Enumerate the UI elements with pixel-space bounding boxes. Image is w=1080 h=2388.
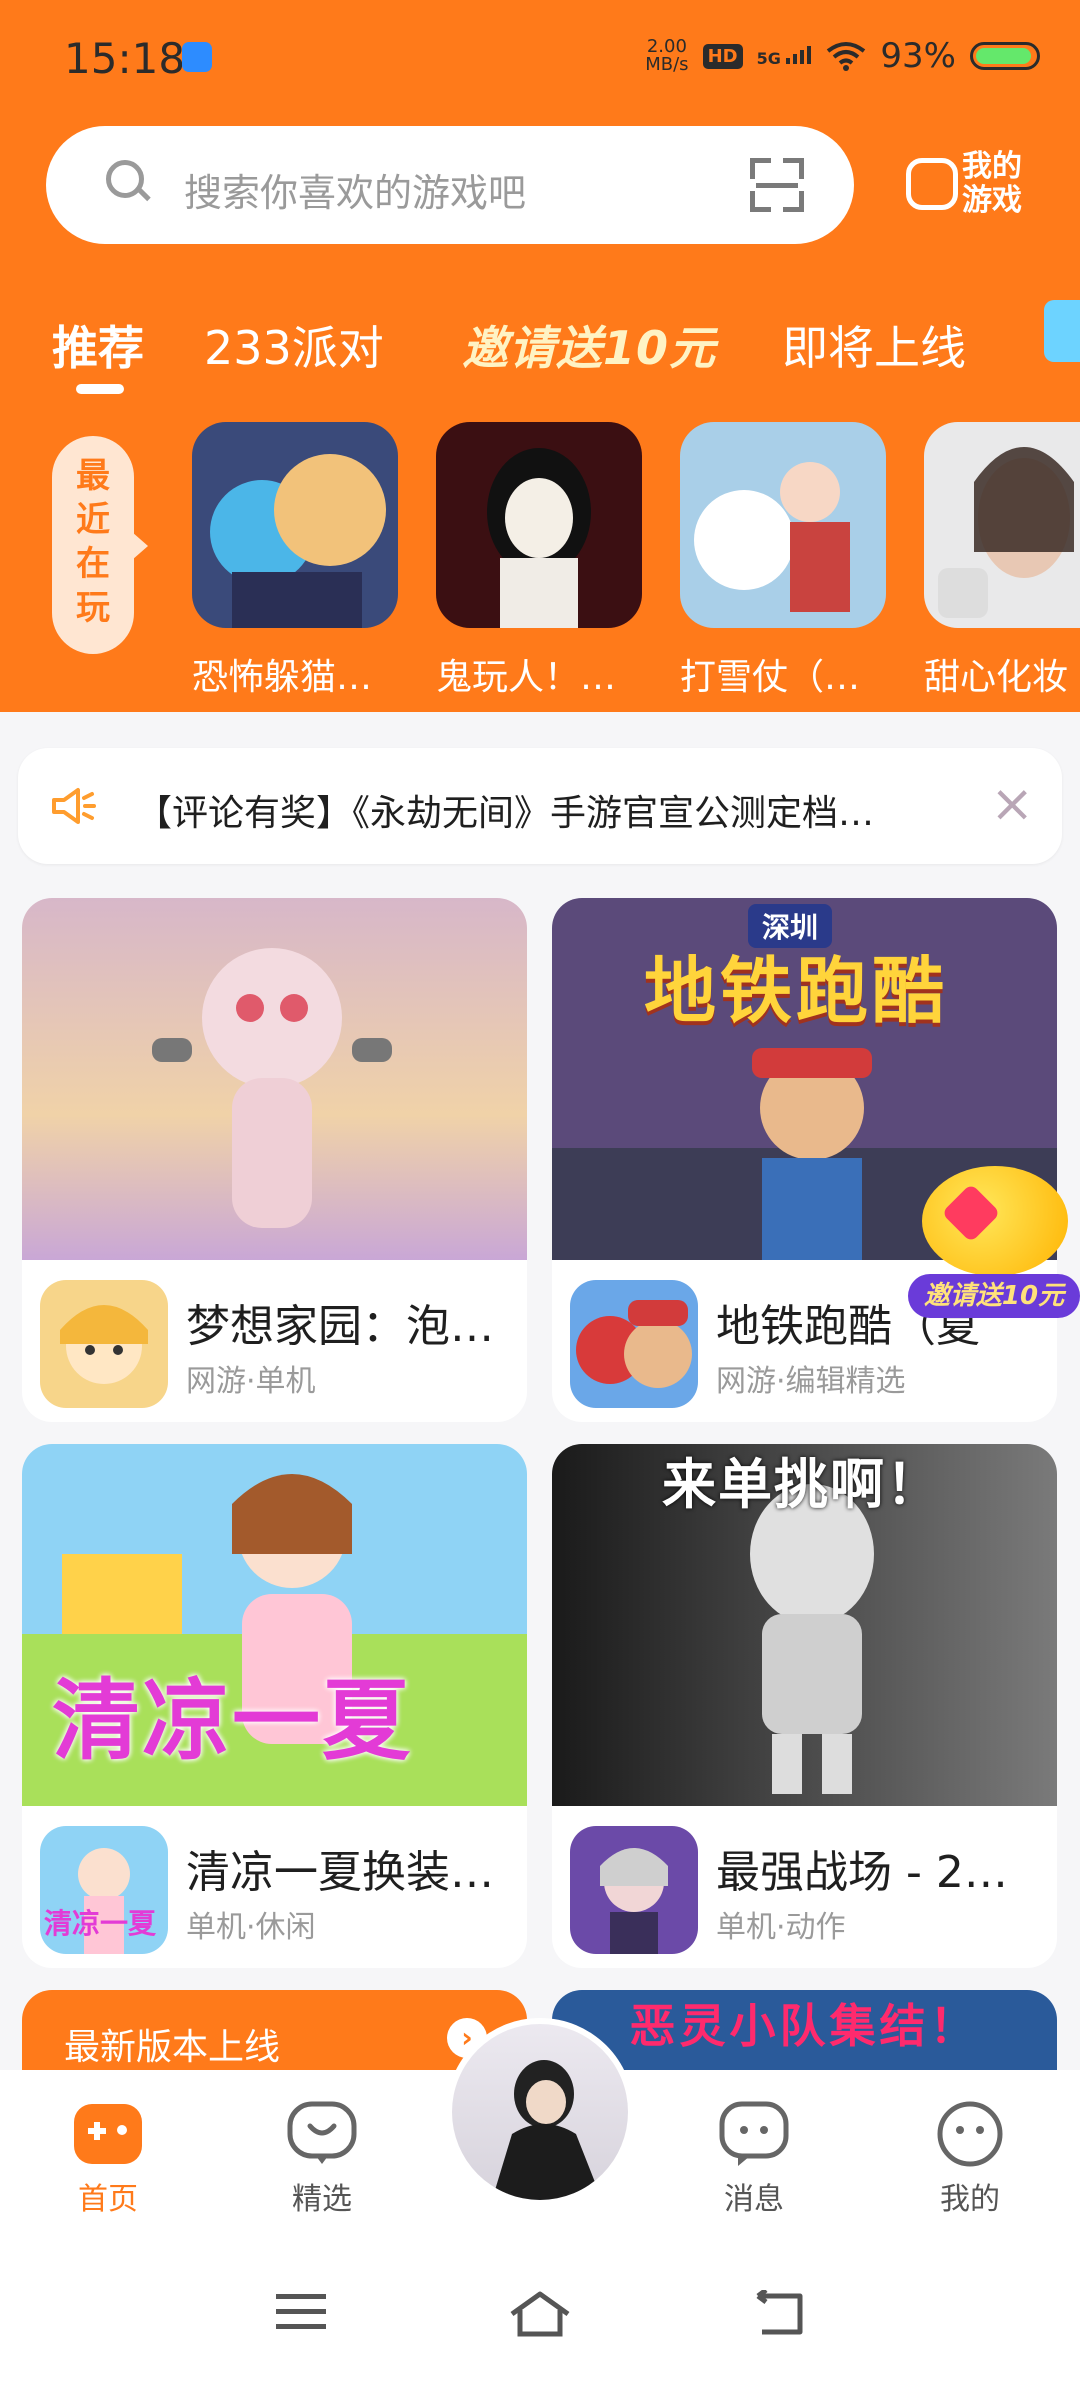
message-icon (718, 2100, 790, 2168)
game-icon (570, 1826, 698, 1954)
emoji-ball-icon (922, 1166, 1068, 1276)
game-cover: 来单挑啊！ (552, 1444, 1057, 1806)
recent-game-name: 恐怖躲猫… (192, 657, 373, 698)
game-title: 梦想家园：泡… (186, 1301, 494, 1352)
my-games-label-line1: 我的 (962, 149, 1022, 184)
network-type: 5G (756, 49, 781, 68)
game-card[interactable]: 梦想家园：泡… 网游·单机 (22, 898, 527, 1422)
recent-game-thumbnail (924, 422, 1080, 628)
game-icon: 清凉一夏 (40, 1826, 168, 1954)
invite-floating-label: 邀请送10元 (908, 1274, 1080, 1318)
cover-title-text: 来单挑啊！ (662, 1453, 942, 1516)
tab-233-party[interactable]: 233派对 (204, 312, 384, 378)
status-time: 15:18 (64, 34, 186, 83)
game-card[interactable]: 清凉一夏 清凉一夏 清凉一夏换装… 单机·休闲 (22, 1444, 527, 1968)
game-icon-text: 清凉一夏 (44, 1907, 157, 1940)
banner-title: 恶灵小队集结！ (629, 1999, 980, 2053)
recent-game-item[interactable]: 鬼玩人！… (436, 422, 642, 700)
signal-bars-icon (786, 46, 812, 64)
recent-game-thumbnail (680, 422, 886, 628)
cover-title-text: 地铁跑酷 (644, 949, 949, 1033)
banner-title: 最新版本上线 (64, 2027, 281, 2068)
profile-face-icon (934, 2100, 1006, 2168)
hd-icon: HD (702, 43, 743, 69)
search-icon (106, 160, 144, 198)
gamepad-icon (906, 158, 958, 210)
banner-card[interactable]: 最新版本上线 › (22, 1990, 527, 2070)
tab-recommend[interactable]: 推荐 (52, 312, 144, 378)
invite-floating-button[interactable]: 邀请送10元 (908, 1166, 1080, 1318)
nav-profile[interactable]: 我的 (910, 2100, 1030, 2218)
network-speed: 2.00 MB/s (645, 38, 688, 74)
nav-messages-label: 消息 (724, 2182, 784, 2217)
megaphone-icon (52, 788, 96, 824)
game-title: 最强战场 - 2… (716, 1847, 1008, 1898)
recent-game-thumbnail (192, 422, 398, 628)
nav-profile-label: 我的 (940, 2182, 1000, 2217)
active-tab-indicator (76, 384, 124, 394)
game-card[interactable]: 来单挑啊！ 最强战场 - 2… 单机·动作 (552, 1444, 1057, 1968)
tab-invite[interactable]: 邀请送10元 (462, 312, 716, 378)
recent-game-name: 鬼玩人！… (436, 657, 617, 698)
game-tags: 网游·编辑精选 (716, 1364, 906, 1399)
battery-icon (970, 42, 1040, 70)
game-card[interactable]: 深圳 地铁跑酷 地铁跑酷（夏 网游·编辑精选 (552, 898, 1057, 1422)
nav-home[interactable]: 首页 (48, 2100, 168, 2218)
recent-game-thumbnail (436, 422, 642, 628)
baidu-notification-icon (182, 42, 212, 72)
close-icon[interactable]: × (990, 778, 1034, 830)
search-placeholder: 搜索你喜欢的游戏吧 (184, 171, 527, 215)
game-cover: 清凉一夏 (22, 1444, 527, 1806)
game-icon (570, 1280, 698, 1408)
cover-title-text: 清凉一夏 (52, 1669, 413, 1772)
tab-coming-soon[interactable]: 即将上线 (782, 312, 966, 378)
tab-more-icon[interactable] (1044, 300, 1080, 362)
recent-game-name: 甜心化妆 (924, 657, 1069, 698)
menu-icon[interactable] (274, 2290, 328, 2334)
announcement-text: 【评论有奖】《永劫无间》手游官宣公测定档… (136, 793, 875, 834)
back-icon[interactable] (752, 2290, 808, 2338)
recently-played-label[interactable]: 最近在玩 (52, 436, 148, 654)
recent-game-name: 打雪仗（… (680, 657, 861, 698)
my-games-button[interactable]: 我的 游戏 (906, 148, 1036, 228)
my-games-label-line2: 游戏 (962, 183, 1022, 218)
game-tags: 单机·休闲 (186, 1910, 316, 1945)
wifi-icon (827, 42, 866, 71)
status-bar: 15:18 2.00 MB/s HD 5G 93% (0, 0, 1080, 118)
signal-icon: 5G (757, 44, 813, 68)
home-icon[interactable] (508, 2290, 572, 2340)
battery-percent: 93% (880, 36, 956, 76)
nav-featured[interactable]: 精选 (262, 2100, 382, 2218)
home-gamepad-icon (72, 2100, 144, 2168)
center-avatar-button[interactable] (446, 2018, 634, 2206)
recent-game-item[interactable]: 打雪仗（… (680, 422, 886, 700)
category-tabs: 推荐 233派对 邀请送10元 即将上线 (0, 300, 1080, 380)
game-title: 清凉一夏换装… (186, 1847, 494, 1898)
game-tags: 网游·单机 (186, 1364, 316, 1399)
game-tags: 单机·动作 (716, 1910, 846, 1945)
heart-chat-icon (286, 2100, 358, 2168)
network-speed-unit: MB/s (645, 54, 689, 75)
avatar (452, 2024, 628, 2200)
search-bar[interactable]: 搜索你喜欢的游戏吧 (46, 126, 854, 244)
game-icon (40, 1280, 168, 1408)
recent-game-item[interactable]: 甜心化妆 (924, 422, 1080, 700)
game-cover (22, 898, 527, 1260)
recent-game-item[interactable]: 恐怖躲猫… (192, 422, 398, 700)
announcement-banner[interactable]: 【评论有奖】《永劫无间》手游官宣公测定档… × (18, 748, 1062, 864)
recently-played-text: 最近在玩 (76, 456, 110, 628)
nav-featured-label: 精选 (292, 2182, 352, 2217)
system-navigation-bar (0, 2250, 1080, 2388)
scan-icon[interactable] (750, 158, 804, 212)
banner-card[interactable]: 恶灵小队集结！ (552, 1990, 1057, 2070)
nav-messages[interactable]: 消息 (694, 2100, 814, 2218)
nav-home-label: 首页 (78, 2182, 138, 2217)
